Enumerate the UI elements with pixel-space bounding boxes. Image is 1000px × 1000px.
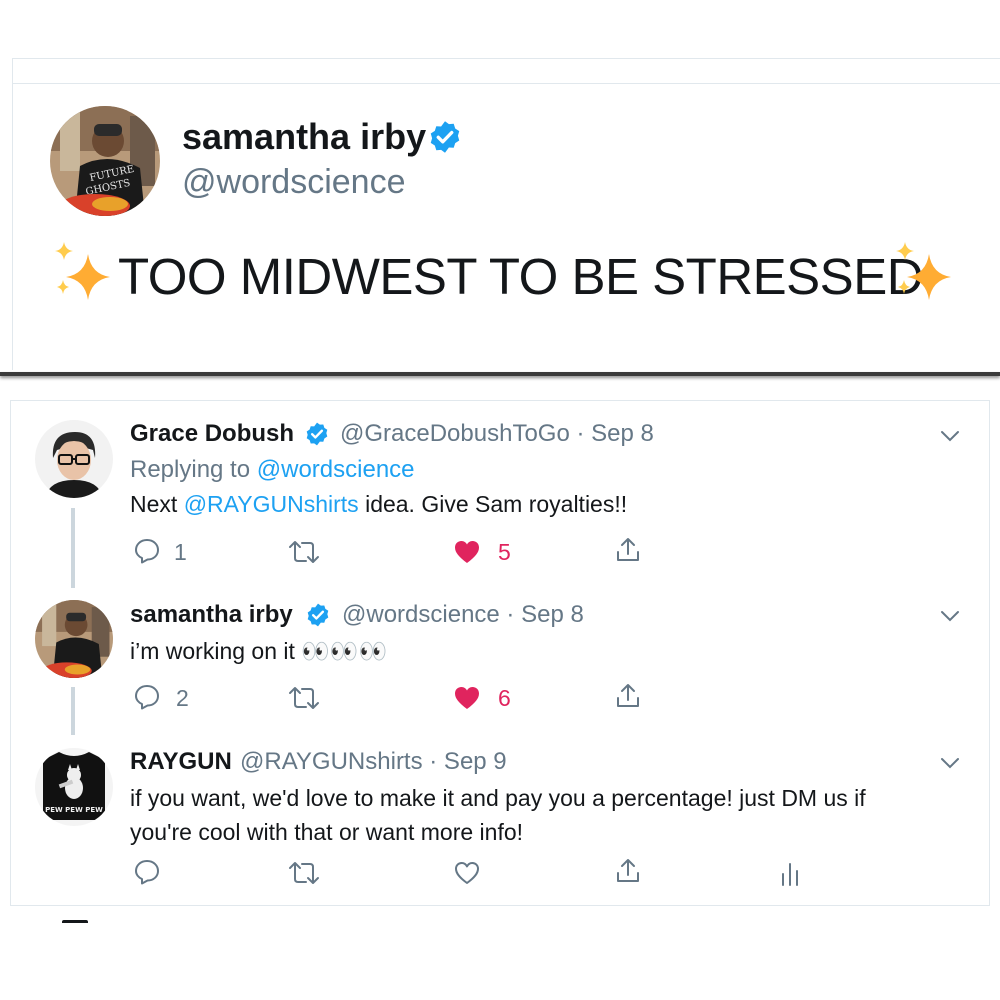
card-divider — [13, 83, 1000, 84]
top-tweet-card — [12, 58, 1000, 370]
chevron-down-icon[interactable] — [938, 751, 962, 775]
handle-and-date[interactable]: @RAYGUNshirts · Sep 9 — [240, 748, 507, 776]
avatar[interactable] — [35, 420, 113, 498]
like-count: 5 — [498, 539, 511, 565]
analytics-icon[interactable] — [776, 860, 804, 888]
thread-connector — [71, 687, 75, 735]
avatar[interactable]: PEW PEW PEW — [35, 748, 113, 826]
heart-outline-icon[interactable] — [453, 859, 481, 887]
reply-text-line: if you want, we'd love to make it and pa… — [130, 785, 866, 811]
author-name[interactable]: samantha irby — [130, 601, 293, 629]
reply-count: 2 — [176, 685, 189, 711]
sparkles-icon — [55, 242, 110, 300]
reply-count: 1 — [174, 539, 187, 565]
mention-link[interactable]: @RAYGUNshirts — [184, 491, 359, 517]
retweet-icon[interactable] — [286, 859, 322, 887]
svg-text:PEW PEW PEW: PEW PEW PEW — [45, 806, 103, 814]
author-name[interactable]: RAYGUN — [130, 748, 232, 776]
share-icon[interactable] — [614, 536, 642, 564]
reply-icon[interactable] — [133, 537, 161, 565]
replying-to-link[interactable]: @wordscience — [257, 456, 415, 483]
screenshot-divider — [0, 372, 1000, 376]
share-icon[interactable] — [614, 857, 642, 885]
avatar[interactable]: FUTURE GHOSTS — [50, 106, 160, 216]
verified-icon — [430, 121, 460, 153]
like-count: 6 — [498, 685, 511, 711]
reply-text: if you want, we'd love to make it and pa… — [130, 781, 970, 849]
next-reply-avatar-edge — [62, 920, 88, 923]
thread-divider — [10, 905, 990, 906]
replying-to-label: Replying to — [130, 456, 257, 483]
heart-filled-icon[interactable] — [453, 538, 481, 566]
reply-text: Next @RAYGUNshirts idea. Give Sam royalt… — [130, 487, 950, 521]
replying-to: Replying to @wordscience — [130, 456, 415, 484]
reply-text-prefix: Next — [130, 491, 184, 517]
handle-and-date[interactable]: @GraceDobushToGo · Sep 8 — [340, 420, 654, 448]
chevron-down-icon[interactable] — [938, 604, 962, 628]
author-name[interactable]: Grace Dobush — [130, 420, 294, 448]
verified-icon — [306, 422, 328, 446]
verified-icon — [307, 603, 329, 627]
retweet-icon[interactable] — [286, 538, 322, 566]
reply-icon[interactable] — [133, 683, 161, 711]
chevron-down-icon[interactable] — [938, 424, 962, 448]
author-name[interactable]: samantha irby — [182, 116, 426, 158]
reply-text: i’m working on it 👀👀👀 — [130, 638, 388, 664]
thread-connector — [71, 508, 75, 588]
sparkles-icon — [896, 242, 951, 300]
retweet-icon[interactable] — [286, 684, 322, 712]
reply-text-line: you're cool with that or want more info! — [130, 819, 524, 845]
author-handle[interactable]: @wordscience — [182, 163, 406, 202]
share-icon[interactable] — [614, 682, 642, 710]
avatar[interactable] — [35, 600, 113, 678]
handle-and-date[interactable]: @wordscience · Sep 8 — [342, 601, 584, 629]
heart-filled-icon[interactable] — [453, 684, 481, 712]
reply-text-suffix: idea. Give Sam royalties!! — [358, 491, 628, 517]
tweet-text: TOO MIDWEST TO BE STRESSED — [118, 248, 924, 305]
reply-icon[interactable] — [133, 858, 161, 886]
